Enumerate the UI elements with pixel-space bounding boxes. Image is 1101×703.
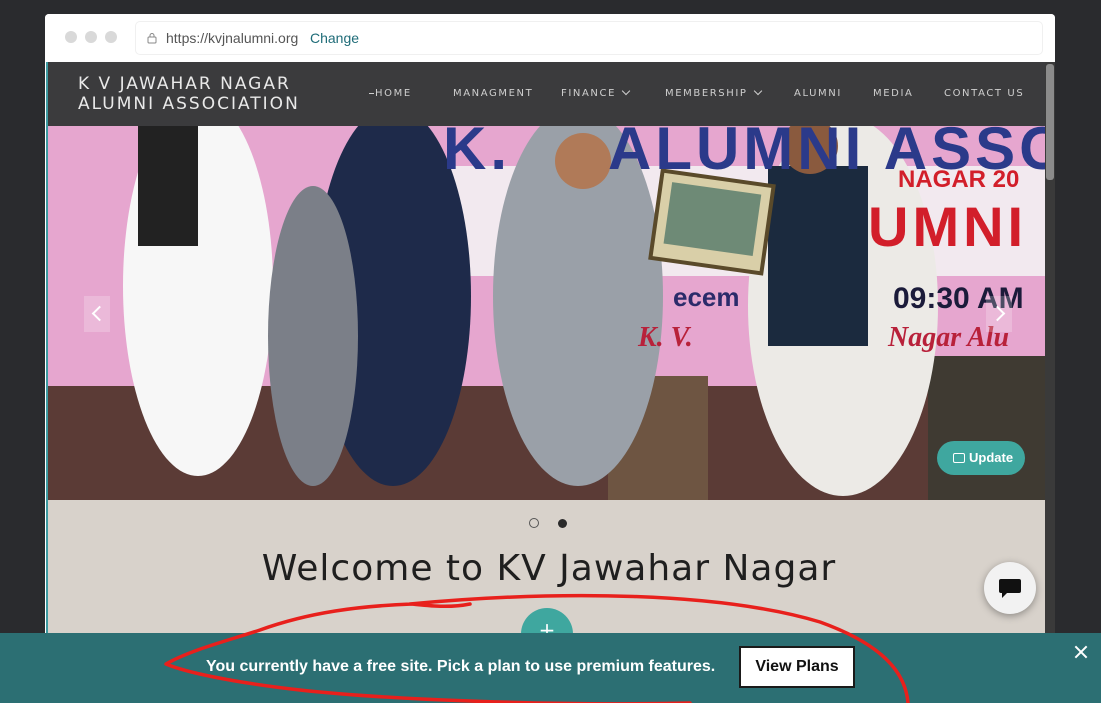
nav-alumni[interactable]: ALUMNI (794, 88, 842, 99)
address-bar[interactable]: https://kvjnalumni.org Change (136, 22, 1042, 54)
view-plans-button[interactable]: View Plans (739, 646, 855, 688)
site-navbar: K V JAWAHAR NAGAR ALUMNI ASSOCIATION HOM… (48, 62, 1050, 126)
nav-finance-label: FINANCE (561, 88, 617, 99)
chat-button[interactable] (984, 562, 1036, 614)
nav-finance[interactable]: FINANCE (561, 86, 631, 99)
nav-home-label: HOME (375, 88, 412, 99)
slide-dot-1[interactable] (529, 518, 539, 528)
nav-media[interactable]: MEDIA (873, 88, 913, 99)
browser-window: https://kvjnalumni.org Change K V JAWAHA… (45, 14, 1055, 703)
chat-icon-tail (1002, 591, 1009, 598)
free-plan-message: You currently have a free site. Pick a p… (206, 658, 716, 675)
page-scrollbar-thumb[interactable] (1046, 64, 1054, 180)
nav-membership[interactable]: MEMBERSHIP (665, 86, 762, 99)
nav-contact-us[interactable]: CONTACT US (944, 88, 1024, 99)
active-indicator (369, 93, 374, 94)
lock-icon (147, 33, 157, 44)
nav-managment-label: MANAGMENT (453, 88, 534, 99)
url-text[interactable]: https://kvjnalumni.org (166, 30, 298, 46)
window-maximize-dot[interactable] (105, 31, 117, 43)
close-icon[interactable] (1073, 644, 1089, 660)
brand-line-1: K V JAWAHAR NAGAR (78, 74, 291, 94)
window-close-dot[interactable] (65, 31, 77, 43)
nav-managment[interactable]: MANAGMENT (453, 88, 533, 99)
slide-next-button[interactable] (986, 296, 1012, 332)
banner-text-fragment: NAGAR 20 (898, 166, 1020, 193)
banner-text-fragment: K. V. (638, 322, 693, 353)
banner-text-fragment: K. (443, 126, 511, 182)
nav-media-label: MEDIA (873, 88, 914, 99)
banner-text-fragment: ecem (673, 282, 740, 312)
site-brand[interactable]: K V JAWAHAR NAGAR ALUMNI ASSOCIATION (78, 74, 300, 114)
brand-line-2: ALUMNI ASSOCIATION (78, 94, 300, 114)
banner-text-fragment: UMNI (868, 195, 1028, 258)
hero-slideshow[interactable]: K. ALUMNI ASSO NAGAR 20 UMNI ecem 09:30 … (48, 126, 1050, 500)
chevron-down-icon (621, 86, 631, 96)
chevron-right-icon (989, 305, 1006, 322)
nav-contact-us-label: CONTACT US (944, 88, 1025, 99)
slide-dot-2-active[interactable] (558, 519, 567, 528)
nav-membership-label: MEMBERSHIP (665, 88, 748, 99)
free-plan-banner: You currently have a free site. Pick a p… (0, 633, 1101, 703)
update-button-label: Update (969, 450, 1014, 465)
update-photo-button[interactable]: Update (937, 441, 1025, 475)
browser-chrome: https://kvjnalumni.org Change (45, 14, 1055, 62)
nav-home[interactable]: HOME (369, 88, 412, 99)
chevron-down-icon (753, 86, 762, 96)
camera-icon (953, 453, 965, 463)
website: K V JAWAHAR NAGAR ALUMNI ASSOCIATION HOM… (46, 62, 1052, 703)
chevron-left-icon (91, 305, 108, 322)
nav-alumni-label: ALUMNI (794, 88, 842, 99)
welcome-heading: Welcome to KV Jawahar Nagar (261, 548, 837, 589)
window-minimize-dot[interactable] (85, 31, 97, 43)
slide-prev-button[interactable] (84, 296, 110, 332)
change-url-link[interactable]: Change (310, 30, 359, 46)
